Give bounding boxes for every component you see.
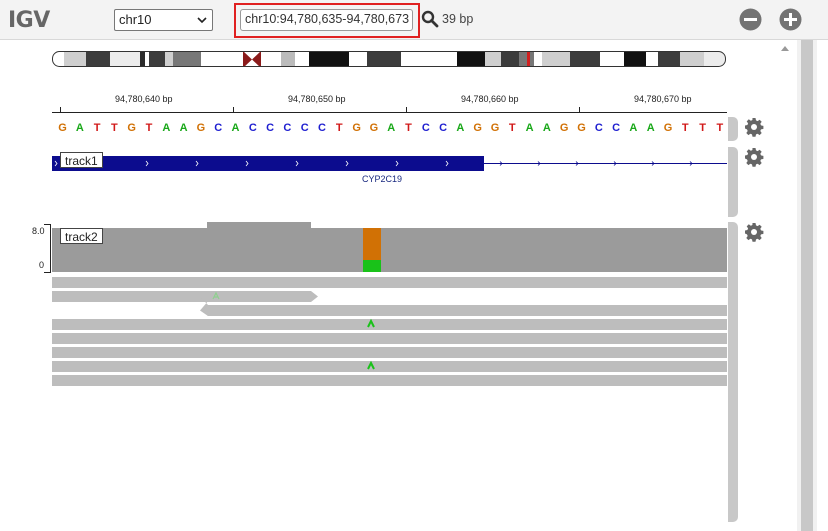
sequence-base: G [490,122,500,134]
sequence-base: C [214,122,223,134]
locus-search-input[interactable]: chr10:94,780,635-94,780,673 [240,9,413,31]
sequence-base: A [646,122,655,134]
gear-icon[interactable] [744,147,764,167]
chromosome-select[interactable]: chr10 [114,9,213,31]
gene-exon [52,156,484,171]
read-row [52,347,727,358]
read-row [52,277,727,288]
bp-span-label: 39 bp [442,12,474,26]
read-row [52,361,727,372]
sequence-base: G [369,122,379,134]
sequence-base: G [559,122,569,134]
sequence-base: G [352,122,361,134]
ruler-tick-label: 94,780,670 bp [634,94,692,104]
gear-icon[interactable] [744,222,764,242]
coverage-bar [52,228,727,272]
sequence-base: G [663,122,673,134]
sequence-base: A [75,122,84,134]
gear-icon[interactable] [744,117,764,137]
ruler-tick-label: 94,780,640 bp [115,94,173,104]
sequence-base: C [248,122,257,134]
sequence-base: T [145,122,153,134]
sequence-base: G [127,122,136,134]
sequence-base: A [231,122,240,134]
coverage-axis-bracket [44,224,51,273]
sequence-base: A [542,122,551,134]
read-row [52,291,318,302]
sequence-base: C [594,122,603,134]
coverage-mismatch-bar [363,228,381,260]
sequence-base: T [111,122,118,134]
zoom-in-icon[interactable] [779,8,802,31]
coverage-mismatch-bar [363,260,381,272]
sequence-base: G [58,122,67,134]
sequence-base: C [283,122,292,134]
sequence-base: A [525,122,534,134]
page-scrollbar-thumb[interactable] [801,40,813,531]
ruler-tick-label: 94,780,660 bp [461,94,519,104]
alignment-track-scrollbar[interactable] [728,222,738,522]
sequence-base: A [179,122,188,134]
sequence-base: A [387,122,396,134]
sequence-base: C [439,122,448,134]
igv-logo: IGV [8,8,50,33]
track-name-label: track2 [60,228,103,244]
sequence-base: C [421,122,430,134]
sequence-base: T [335,122,343,134]
sequence-base: T [405,122,412,134]
sequence-base: A [456,122,465,134]
sequence-base: C [266,122,275,134]
search-icon[interactable] [421,10,439,28]
chromosome-select-value: chr10 [119,12,152,27]
gene-track-scrollbar[interactable] [728,147,738,217]
sequence-base: C [300,122,309,134]
ruler-axis [52,107,727,113]
sequence-base: A [162,122,171,134]
alignment-track[interactable] [52,220,728,390]
read-row [52,319,727,330]
sequence-base: T [699,122,706,134]
sequence-base: T [508,122,516,134]
ruler-tick-label: 94,780,650 bp [288,94,346,104]
sequence-base: C [318,122,326,134]
sequence-base: G [577,122,586,134]
track-name-label: track1 [60,152,103,168]
gene-name-label: CYP2C19 [362,174,403,184]
chevron-down-icon [197,17,207,24]
sequence-base: A [629,122,638,134]
toolbar: IGV chr10 chr10:94,780,635-94,780,673 39… [0,0,828,40]
sequence-base: G [196,122,206,134]
read-row [52,333,727,344]
sequence-base: T [716,122,724,134]
chromosome-ideogram[interactable] [52,51,727,68]
gene-track[interactable] [52,150,728,175]
sequence-base: C [612,122,621,134]
sequence-base: T [681,122,689,134]
zoom-out-icon[interactable] [739,8,762,31]
read-row [52,375,727,386]
sequence-base: G [473,122,482,134]
sequence-track-scrollbar[interactable] [728,117,738,141]
scroll-up-arrow[interactable] [781,46,789,51]
sequence-base: T [93,122,101,134]
